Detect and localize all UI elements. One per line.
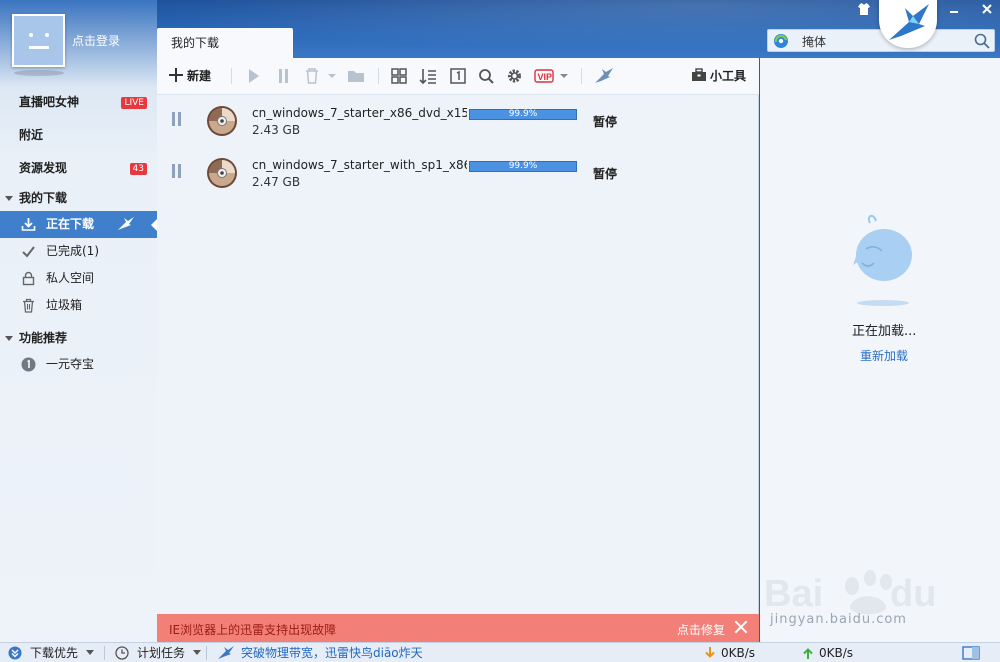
skin-icon[interactable] — [857, 2, 871, 16]
file-name: cn_windows_7_starter_x86_dvd_x15-6... — [252, 106, 467, 120]
download-icon — [21, 218, 36, 231]
new-task-button[interactable]: 新建 — [169, 67, 219, 85]
file-size: 2.47 GB — [252, 175, 301, 189]
watermark-text: jingyan.baidu.com — [770, 612, 907, 627]
sidebar-item-nearby[interactable]: 附近 — [0, 119, 157, 152]
section-my-downloads[interactable]: 我的下载 — [0, 185, 157, 211]
login-link[interactable]: 点击登录 — [72, 32, 120, 49]
baidu-watermark-logo: Bai du — [764, 570, 936, 615]
sidebar-item-label: 直播吧女神 — [19, 95, 80, 109]
status-bar: 下载优先 计划任务 突破物理带宽，迅雷快鸟diāo炸天 0KB/s 0KB/s — [0, 642, 1000, 662]
sidebar: 点击登录 直播吧女神 LIVE 附近 资源发现 43 我的下载 正在下载 已完成… — [0, 0, 158, 642]
thunder-bird-icon[interactable] — [594, 67, 614, 85]
disc-image-icon — [207, 158, 237, 188]
grid-view-icon[interactable] — [391, 67, 407, 85]
trash-icon — [23, 298, 34, 313]
check-icon — [22, 246, 35, 258]
svg-text:du: du — [890, 573, 936, 615]
folder-icon[interactable] — [347, 67, 365, 85]
mascot-loading-icon — [853, 215, 912, 281]
progress-bar: 99.9% — [469, 161, 577, 172]
number-one-icon — [21, 357, 36, 372]
browser-icon — [774, 34, 788, 48]
count-badge: 43 — [129, 163, 147, 175]
sidebar-item-label: 私人空间 — [46, 271, 95, 285]
close-window-icon[interactable] — [980, 2, 994, 16]
svg-text:VIP: VIP — [538, 72, 553, 82]
upload-speed: 0KB/s — [819, 646, 854, 660]
tools-button[interactable]: 小工具 — [691, 67, 749, 85]
row-pause-button[interactable] — [171, 112, 183, 126]
sidebar-item-trash[interactable]: 垃圾箱 — [0, 292, 157, 319]
status-text: 暂停 — [593, 167, 618, 181]
toolbar: 新建 VIP 小工具 — [157, 58, 759, 95]
download-row[interactable]: cn_windows_7_starter_x86_dvd_x15-6... 2.… — [157, 95, 759, 147]
download-speed-icon — [705, 647, 715, 658]
chevron-down-icon — [85, 650, 94, 655]
minimize-icon[interactable] — [947, 2, 961, 16]
vip-dropdown-icon[interactable]: VIP — [534, 67, 570, 85]
loading-text: 正在加载... — [852, 324, 917, 339]
alert-bar: IE浏览器上的迅雷支持出现故障 点击修复 — [157, 614, 759, 642]
svg-text:Bai: Bai — [764, 573, 823, 615]
tab-my-downloads[interactable]: 我的下载 — [157, 28, 293, 58]
file-name: cn_windows_7_starter_with_sp1_x86_... — [252, 158, 467, 172]
search-icon[interactable] — [974, 33, 990, 49]
progress-label: 99.9% — [508, 161, 538, 171]
search-icon[interactable] — [478, 67, 494, 85]
priority-icon — [8, 646, 22, 660]
sidebar-item-private-space[interactable]: 私人空间 — [0, 265, 157, 292]
upload-speed-icon — [803, 648, 813, 659]
lock-icon — [22, 271, 35, 286]
sort-icon[interactable] — [419, 67, 437, 85]
sidebar-item-label: 附近 — [19, 128, 44, 142]
chevron-down-icon — [192, 650, 201, 655]
sidebar-item-completed[interactable]: 已完成(1) — [0, 238, 157, 265]
file-size: 2.43 GB — [252, 123, 301, 137]
row-pause-button[interactable] — [171, 164, 183, 178]
panel-toggle-icon[interactable] — [962, 646, 980, 660]
status-text: 暂停 — [593, 115, 618, 129]
progress-label: 99.9% — [508, 109, 538, 119]
delete-dropdown-icon[interactable] — [304, 67, 338, 85]
promo-link[interactable]: 突破物理带宽，迅雷快鸟diāo炸天 — [241, 646, 423, 660]
thunder-bird-icon — [218, 646, 234, 659]
section-recommend[interactable]: 功能推荐 — [0, 325, 157, 351]
details-icon[interactable] — [450, 67, 466, 85]
fix-link[interactable]: 点击修复 — [677, 621, 725, 638]
disc-image-icon — [207, 106, 237, 136]
pause-icon[interactable] — [277, 67, 291, 85]
reload-link[interactable]: 重新加载 — [860, 347, 908, 364]
sidebar-item-label: 一元夺宝 — [46, 357, 95, 371]
clock-icon — [115, 646, 129, 660]
start-icon[interactable] — [247, 67, 261, 85]
sidebar-item-label: 已完成(1) — [46, 244, 99, 258]
avatar[interactable] — [12, 14, 65, 67]
sidebar-nav: 直播吧女神 LIVE 附近 资源发现 43 我的下载 正在下载 已完成(1) 私… — [0, 86, 158, 378]
sidebar-item-resource-discovery[interactable]: 资源发现 43 — [0, 152, 157, 185]
toolbox-icon — [692, 68, 706, 81]
download-priority-dropdown[interactable]: 下载优先 — [30, 646, 94, 660]
download-row[interactable]: cn_windows_7_starter_with_sp1_x86_... 2.… — [157, 147, 759, 199]
alert-message: IE浏览器上的迅雷支持出现故障 — [169, 623, 337, 637]
thunder-bird-icon — [118, 217, 134, 230]
sidebar-item-label: 资源发现 — [19, 161, 68, 175]
scheduled-tasks-dropdown[interactable]: 计划任务 — [137, 646, 201, 660]
download-list-panel: 新建 VIP 小工具 cn_windows_7_starter_x86_dvd_… — [157, 58, 759, 642]
progress-bar: 99.9% — [469, 109, 577, 120]
live-badge: LIVE — [121, 97, 147, 109]
sidebar-item-label: 垃圾箱 — [46, 298, 83, 312]
sidebar-item-live-goddess[interactable]: 直播吧女神 LIVE — [0, 86, 157, 119]
close-icon[interactable] — [733, 619, 749, 635]
sidebar-item-downloading[interactable]: 正在下载 — [0, 211, 158, 238]
search-input[interactable]: 掩体 — [802, 33, 826, 50]
plus-icon — [169, 68, 183, 82]
download-speed: 0KB/s — [721, 646, 756, 660]
sidebar-item-one-yuan[interactable]: 一元夺宝 — [0, 351, 157, 378]
gear-icon[interactable] — [506, 67, 523, 85]
sidebar-item-label: 正在下载 — [46, 217, 95, 231]
